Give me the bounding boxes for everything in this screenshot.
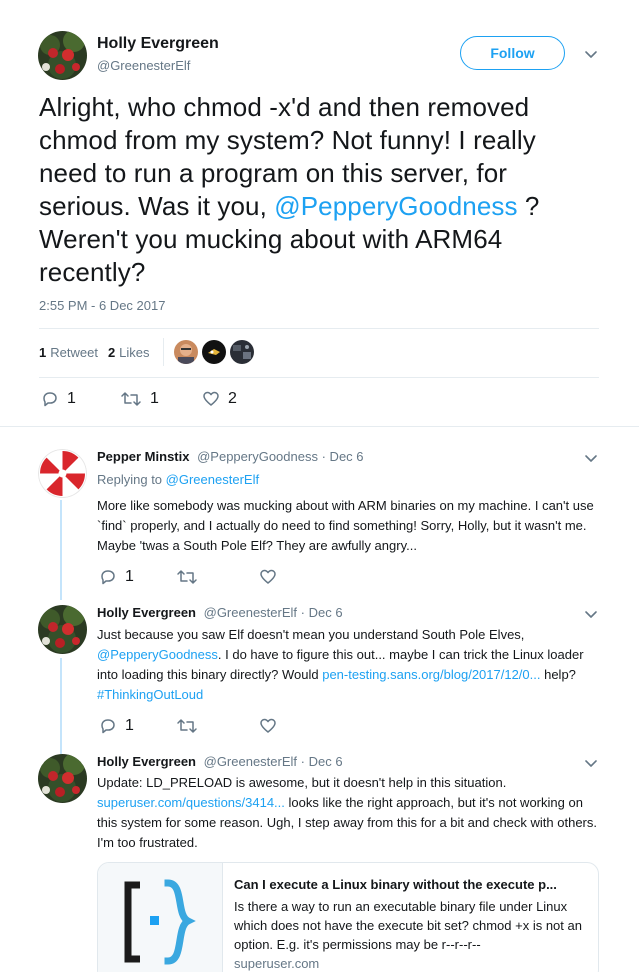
reply-author-name[interactable]: Holly Evergreen bbox=[97, 605, 196, 620]
url-link[interactable]: superuser.com/questions/3414... bbox=[97, 795, 285, 810]
card-image bbox=[98, 863, 223, 972]
reply-date[interactable]: · Dec 6 bbox=[301, 605, 343, 620]
chevron-down-icon[interactable] bbox=[584, 756, 598, 770]
tweet-page: Holly Evergreen @GreenesterElf Follow Al… bbox=[0, 0, 639, 972]
divider bbox=[39, 328, 599, 329]
thread-line bbox=[60, 500, 62, 600]
reply-avatar[interactable] bbox=[38, 605, 87, 654]
retweet-icon bbox=[177, 719, 197, 733]
reply-icon bbox=[101, 719, 115, 734]
likes-stat[interactable]: 2 Likes bbox=[108, 345, 150, 360]
retweets-stat[interactable]: 1 Retweet bbox=[39, 345, 98, 360]
author-name[interactable]: Holly Evergreen bbox=[97, 35, 219, 53]
heart-icon bbox=[260, 569, 276, 584]
reply-text: Just because you saw Elf doesn't mean yo… bbox=[97, 627, 584, 702]
reply-header: Holly Evergreen @GreenesterElf · Dec 6 bbox=[97, 605, 343, 620]
chevron-down-icon[interactable] bbox=[584, 451, 598, 465]
hashtag-link[interactable]: #ThinkingOutLoud bbox=[97, 687, 203, 702]
mention-link[interactable]: @PepperyGoodness bbox=[274, 191, 517, 221]
divider bbox=[163, 338, 164, 366]
reply-action[interactable]: 1 bbox=[99, 717, 134, 735]
card-domain: superuser.com bbox=[234, 956, 320, 971]
reply-author-handle[interactable]: @GreenesterElf bbox=[204, 754, 297, 769]
reply-icon bbox=[101, 570, 115, 585]
retweet-action[interactable]: 1 bbox=[120, 390, 159, 408]
reply-header: Pepper Minstix @PepperyGoodness · Dec 6 bbox=[97, 449, 364, 464]
reply-count: 1 bbox=[67, 390, 76, 407]
like-count: 2 bbox=[228, 390, 237, 407]
retweet-action[interactable] bbox=[176, 717, 198, 735]
like-action[interactable] bbox=[259, 717, 277, 735]
mention-link[interactable]: @PepperyGoodness bbox=[97, 647, 218, 662]
tweet-timestamp[interactable]: 2:55 PM - 6 Dec 2017 bbox=[39, 298, 165, 313]
reply-author-name[interactable]: Holly Evergreen bbox=[97, 754, 196, 769]
reply-date[interactable]: · Dec 6 bbox=[301, 754, 343, 769]
divider bbox=[39, 377, 599, 378]
reply-date[interactable]: · Dec 6 bbox=[322, 449, 364, 464]
reply-author-handle[interactable]: @GreenesterElf bbox=[204, 605, 297, 620]
reply-count: 1 bbox=[125, 568, 134, 585]
reply-text: More like somebody was mucking about wit… bbox=[97, 498, 594, 553]
like-action[interactable]: 2 bbox=[202, 390, 237, 408]
liker-avatar[interactable] bbox=[202, 340, 226, 364]
tweet-text: Alright, who chmod -x'd and then removed… bbox=[39, 92, 540, 287]
heart-icon bbox=[203, 391, 219, 406]
chevron-down-icon[interactable] bbox=[584, 607, 598, 621]
card-description: Is there a way to run an executable bina… bbox=[234, 899, 582, 952]
retweet-icon bbox=[121, 392, 141, 406]
engagement-stats: 1 Retweet 2 Likes bbox=[39, 343, 160, 361]
thread-line bbox=[60, 658, 62, 754]
reply-text: Update: LD_PRELOAD is awesome, but it do… bbox=[97, 775, 597, 850]
liker-avatar[interactable] bbox=[230, 340, 254, 364]
replying-to-link[interactable]: @GreenesterElf bbox=[166, 472, 259, 487]
reply-header: Holly Evergreen @GreenesterElf · Dec 6 bbox=[97, 754, 343, 769]
retweet-action[interactable] bbox=[176, 568, 198, 586]
likers-avatars bbox=[163, 338, 258, 366]
retweet-count: 1 bbox=[150, 390, 159, 407]
follow-button[interactable]: Follow bbox=[460, 36, 565, 70]
superuser-logo-icon bbox=[124, 879, 196, 965]
reply-icon bbox=[43, 392, 57, 407]
reply-avatar[interactable] bbox=[38, 754, 87, 803]
reply-author-name[interactable]: Pepper Minstix bbox=[97, 449, 189, 464]
author-avatar[interactable] bbox=[38, 31, 87, 80]
retweet-icon bbox=[177, 570, 197, 584]
reply-author-handle[interactable]: @PepperyGoodness bbox=[197, 449, 318, 464]
reply-count: 1 bbox=[125, 717, 134, 734]
reply-action[interactable]: 1 bbox=[41, 390, 76, 408]
chevron-down-icon[interactable] bbox=[584, 47, 598, 61]
divider bbox=[0, 426, 639, 427]
url-link[interactable]: pen-testing.sans.org/blog/2017/12/0... bbox=[322, 667, 540, 682]
link-preview-card[interactable]: Can I execute a Linux binary without the… bbox=[97, 862, 599, 972]
liker-avatar[interactable] bbox=[174, 340, 198, 364]
reply-action[interactable]: 1 bbox=[99, 568, 134, 586]
reply-avatar[interactable] bbox=[38, 449, 87, 498]
author-handle[interactable]: @GreenesterElf bbox=[97, 58, 190, 73]
like-action[interactable] bbox=[259, 568, 277, 586]
card-title[interactable]: Can I execute a Linux binary without the… bbox=[234, 877, 589, 892]
replying-to: Replying to @GreenesterElf bbox=[97, 472, 260, 487]
heart-icon bbox=[260, 718, 276, 733]
